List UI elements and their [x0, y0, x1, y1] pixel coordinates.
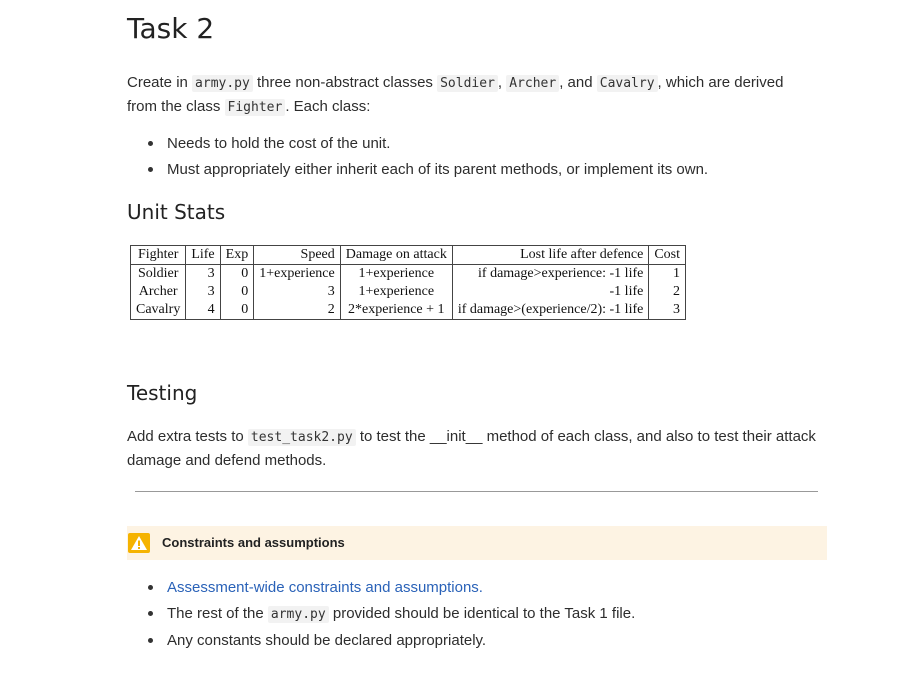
col-header-lost-life: Lost life after defence: [451, 245, 649, 265]
list-item: Needs to hold the cost of the unit.: [147, 132, 708, 155]
testing-heading: Testing: [127, 381, 198, 405]
constraints-link[interactable]: Assessment-wide constraints and assumpti…: [167, 579, 483, 596]
table-header-row: Fighter Life Exp Speed Damage on attack …: [130, 245, 686, 265]
constraints-callout: Constraints and assumptions: [127, 526, 827, 560]
list-item: Must appropriately either inherit each o…: [147, 158, 708, 181]
list-item: Any constants should be declared appropr…: [147, 629, 635, 652]
callout-title: Constraints and assumptions: [162, 535, 345, 550]
col-header-life: Life: [185, 245, 221, 265]
col-header-cost: Cost: [648, 245, 686, 265]
col-header-fighter: Fighter: [130, 245, 186, 265]
constraints-list: Assessment-wide constraints and assumpti…: [127, 576, 635, 655]
code-army-py: army.py: [192, 75, 253, 92]
code-test-task2: test_task2.py: [247, 429, 356, 446]
unit-stats-heading: Unit Stats: [127, 200, 226, 224]
section-divider: [135, 491, 818, 492]
warning-icon: [128, 533, 150, 553]
list-item: The rest of the army.py provided should …: [147, 602, 635, 626]
code-army-py-2: army.py: [267, 606, 329, 623]
code-cavalry: Cavalry: [596, 75, 658, 92]
unit-stats-table: Fighter Life Exp Speed Damage on attack …: [130, 245, 687, 320]
table-row: Archer 3 0 3 1+experience -1 life 2: [131, 283, 686, 301]
list-item: Assessment-wide constraints and assumpti…: [147, 576, 635, 599]
code-fighter: Fighter: [224, 99, 286, 116]
code-soldier: Soldier: [437, 75, 498, 92]
col-header-damage: Damage on attack: [339, 245, 453, 265]
testing-paragraph: Add extra tests to test_task2.py to test…: [127, 428, 816, 469]
intro-paragraph: Create in army.py three non-abstract cla…: [127, 74, 784, 116]
table-row: Cavalry 4 0 2 2*experience + 1 if damage…: [131, 301, 686, 320]
requirements-list: Needs to hold the cost of the unit. Must…: [127, 132, 708, 184]
page-title: Task 2: [127, 12, 215, 45]
col-header-speed: Speed: [253, 245, 341, 265]
code-archer: Archer: [506, 75, 560, 92]
table-row: Soldier 3 0 1+experience 1+experience if…: [131, 264, 686, 283]
col-header-exp: Exp: [219, 245, 254, 265]
